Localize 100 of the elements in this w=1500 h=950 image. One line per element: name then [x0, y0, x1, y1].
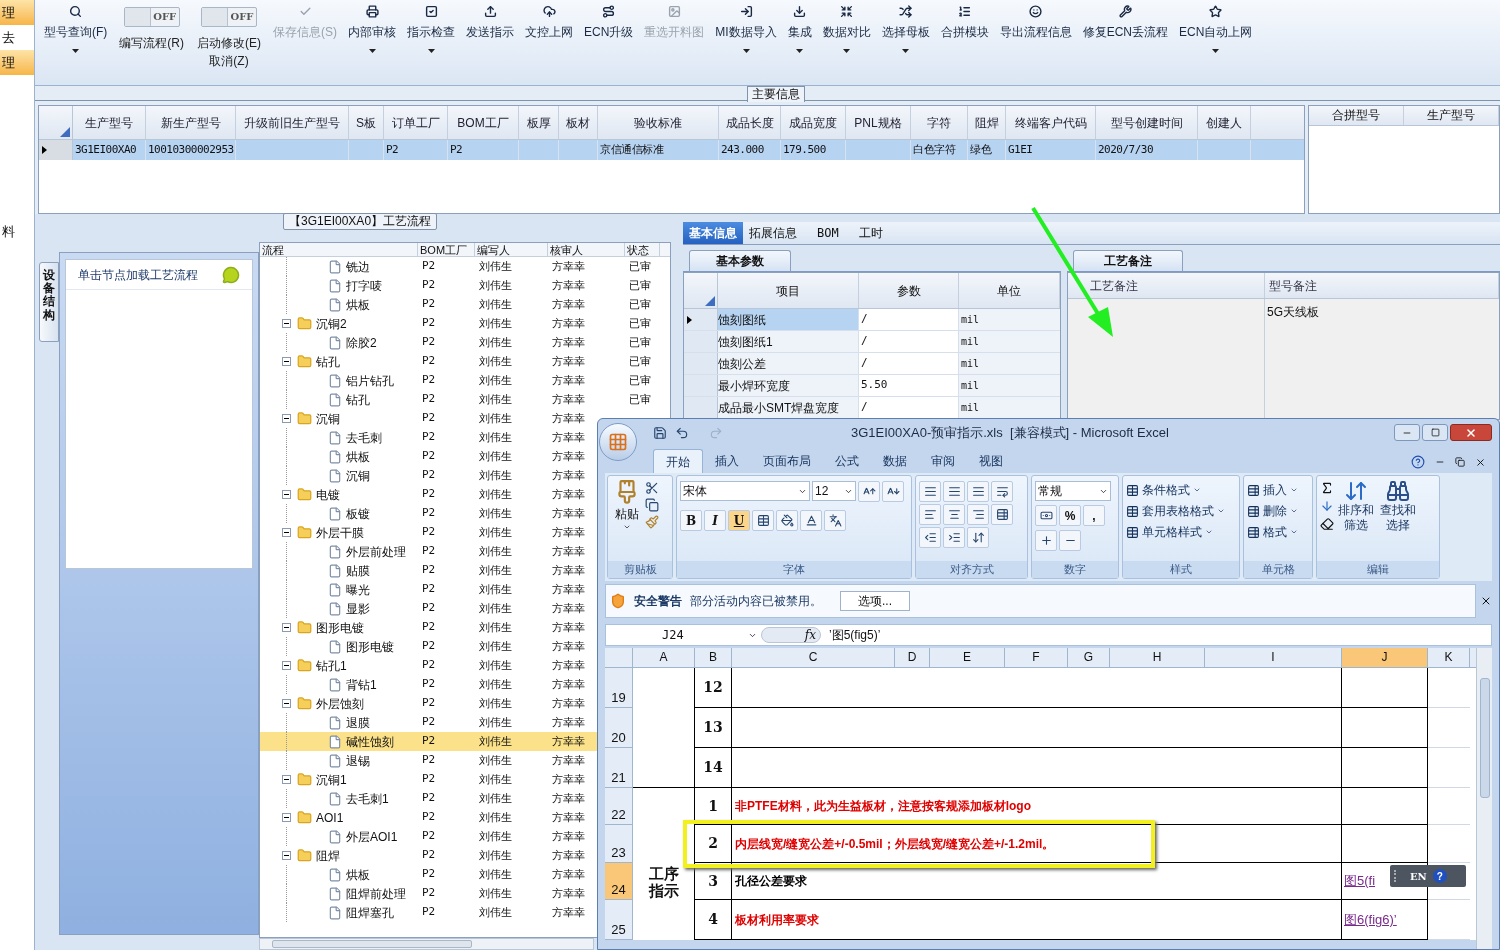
style-button[interactable]: 单元格样式 — [1126, 523, 1225, 541]
column-header[interactable]: BOM工厂 — [418, 243, 475, 256]
column-header[interactable]: 编写人 — [475, 243, 548, 256]
column-header[interactable]: 核审人 — [548, 243, 625, 256]
close-icon[interactable] — [1475, 456, 1486, 468]
toggle-switch[interactable]: OFF — [201, 7, 257, 27]
column-header[interactable]: 板厚 — [519, 106, 559, 139]
tree-node[interactable]: 阻焊塞孔 — [260, 903, 418, 922]
toolbar-button[interactable]: 导出流程信息 — [994, 2, 1077, 72]
ribbon-tab[interactable]: 开始 — [653, 449, 703, 473]
column-header[interactable]: 成品长度 — [719, 106, 781, 139]
style-button[interactable]: 条件格式 — [1126, 481, 1225, 499]
table-row[interactable]: 蚀刻公差 / mil — [684, 353, 1060, 375]
column-header[interactable]: 参数 — [859, 273, 959, 308]
row-header[interactable]: 24 — [605, 863, 633, 900]
align-bottom-button[interactable] — [967, 481, 989, 502]
tree-node[interactable]: 去毛刺 — [260, 428, 418, 447]
toolbar-button[interactable]: 选择母板 — [876, 2, 935, 72]
sum-icon[interactable] — [1320, 481, 1334, 495]
tree-node[interactable]: 曝光 — [260, 580, 418, 599]
ribbon-tab[interactable]: 视图 — [967, 449, 1015, 473]
ribbon-tab[interactable]: 审阅 — [919, 449, 967, 473]
cells-button[interactable]: 插入 — [1247, 481, 1298, 499]
vertical-scrollbar[interactable] — [1476, 648, 1492, 949]
toolbar-button[interactable]: 型号查询(F) — [39, 2, 113, 72]
wrap-text-button[interactable] — [991, 481, 1013, 502]
tab[interactable]: BOM — [803, 222, 853, 244]
table-row[interactable]: 3G1EI00XA0 10010300002953 P2 P2 京信通信标准 243.000 179.500 白色字符 绿色 G1EI 2020/7/30 — [39, 140, 1304, 160]
table-row[interactable]: 成品最小SMT焊盘宽度 / mil — [684, 397, 1060, 419]
close-button[interactable] — [1450, 424, 1492, 441]
tree-node[interactable]: 钻孔 — [260, 390, 418, 409]
collapse-icon[interactable] — [282, 357, 291, 366]
toolbar-button[interactable]: 发送指示 — [461, 2, 519, 72]
edit-button[interactable]: 排序和筛选 — [1336, 479, 1376, 558]
cells-button[interactable]: 格式 — [1247, 523, 1298, 541]
tab[interactable]: 拓展信息 — [743, 222, 803, 244]
tree-node[interactable]: 图形电镀 — [260, 618, 418, 637]
currency-button[interactable] — [1035, 505, 1057, 526]
number-format-field[interactable]: 常规 — [1035, 481, 1111, 501]
figure-link[interactable]: 图5(fi — [1344, 871, 1376, 891]
column-header[interactable]: B — [695, 648, 732, 667]
column-header[interactable]: 新生产型号 — [146, 106, 236, 139]
tree-node[interactable]: 电镀 — [260, 485, 418, 504]
tree-node[interactable]: 外层前处理 — [260, 542, 418, 561]
column-header[interactable]: S板 — [349, 106, 384, 139]
font-size-field[interactable]: 12 — [812, 481, 856, 501]
column-header[interactable]: 型号备注 — [1265, 273, 1499, 298]
tree-node[interactable]: 烘板 — [260, 865, 418, 884]
row-header[interactable]: 25 — [605, 900, 633, 940]
tree-node[interactable]: 外层干膜 — [260, 523, 418, 542]
tree-node[interactable]: 除胶2 — [260, 333, 418, 352]
column-header[interactable]: 型号创建时间 — [1096, 106, 1198, 139]
office-button[interactable] — [599, 423, 637, 461]
tree-node[interactable]: 烘板 — [260, 447, 418, 466]
column-header[interactable]: 生产型号 — [73, 106, 146, 139]
toolbar-button[interactable]: 合拼模块 — [935, 2, 994, 72]
toolbar-button[interactable]: 集成 — [782, 2, 817, 72]
orientation-button[interactable] — [967, 527, 989, 548]
column-header[interactable]: 升级前旧生产型号 — [236, 106, 349, 139]
tree-node[interactable]: 外层AOI1 — [260, 827, 418, 846]
font-color-button[interactable] — [800, 510, 822, 531]
tree-node[interactable]: 碱性蚀刻 — [260, 732, 418, 751]
collapse-icon[interactable] — [282, 699, 291, 708]
table-row[interactable]: 蚀刻图纸1 / mil — [684, 331, 1060, 353]
tree-node[interactable]: 沉铜1 — [260, 770, 418, 789]
tree-node[interactable]: 铣边 — [260, 257, 418, 276]
cells-button[interactable]: 删除 — [1247, 502, 1298, 520]
collapse-icon[interactable] — [282, 319, 291, 328]
column-header[interactable]: 流程 — [260, 243, 418, 256]
collapse-icon[interactable] — [282, 414, 291, 423]
tree-node[interactable]: 显影 — [260, 599, 418, 618]
toolbar-button[interactable]: ECN自动上网 — [1174, 2, 1258, 72]
align-left-button[interactable] — [919, 504, 941, 525]
undo-icon[interactable] — [675, 425, 689, 440]
tree-node[interactable]: 铝片钻孔 — [260, 371, 418, 390]
tree-node[interactable]: 沉铜2 — [260, 314, 418, 333]
tree-node[interactable]: 钻孔 — [260, 352, 418, 371]
save-icon[interactable] — [653, 425, 667, 440]
close-icon[interactable] — [1480, 595, 1492, 607]
tree-node[interactable]: 外层蚀刻 — [260, 694, 418, 713]
indent-button[interactable] — [943, 527, 965, 548]
font-name-field[interactable]: 宋体 — [680, 481, 810, 501]
toolbar-button[interactable]: 指示检查 — [402, 2, 460, 72]
column-header[interactable]: BOM工厂 — [448, 106, 519, 139]
column-header[interactable]: 板材 — [559, 106, 598, 139]
tree-node[interactable]: 烘板 — [260, 295, 418, 314]
column-header[interactable]: E — [930, 648, 1005, 667]
ribbon-tab[interactable]: 公式 — [823, 449, 871, 473]
edit-button[interactable]: 查找和选择 — [1378, 479, 1418, 558]
fill-color-button[interactable] — [776, 510, 798, 531]
border-button[interactable] — [752, 510, 774, 531]
collapse-icon[interactable] — [282, 661, 291, 670]
column-header[interactable]: C — [732, 648, 895, 667]
collapse-icon[interactable] — [282, 851, 291, 860]
column-header[interactable]: 状态 — [625, 243, 660, 256]
format-button[interactable]: I — [704, 510, 726, 531]
side-menu-item[interactable]: 理 — [0, 0, 34, 25]
column-header[interactable]: PNL规格 — [846, 106, 911, 139]
toggle-switch[interactable]: OFF — [123, 7, 180, 27]
tree-node[interactable]: 阻焊 — [260, 846, 418, 865]
